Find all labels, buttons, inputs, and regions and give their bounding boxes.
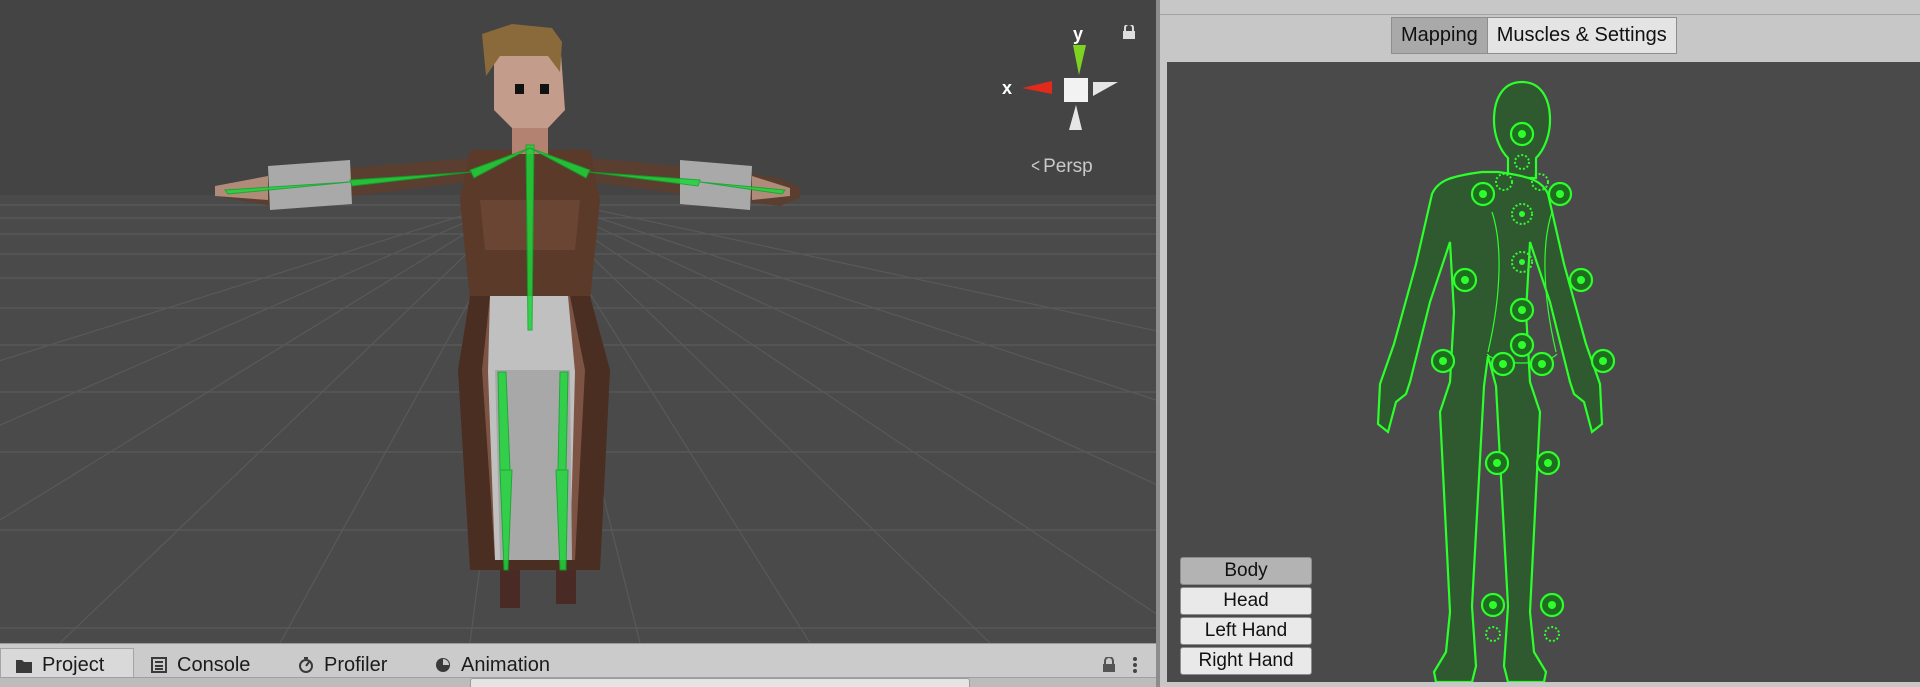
left-hand-button[interactable]: Left Hand (1180, 617, 1312, 645)
bottom-toolbar (1102, 656, 1138, 674)
body-part-selector: Body Head Left Hand Right Hand (1180, 557, 1312, 675)
tab-mapping-label: Mapping (1401, 24, 1478, 46)
projection-label: Persp (1043, 156, 1093, 177)
projection-toggle[interactable]: < Persp (1030, 156, 1093, 178)
right-hand-button[interactable]: Right Hand (1180, 647, 1312, 675)
search-input[interactable] (470, 678, 970, 687)
x-axis-cone (1022, 81, 1052, 94)
tab-console-label: Console (177, 653, 251, 676)
unity-editor: y x < Persp Project Console Profiler Ani… (0, 0, 1920, 687)
character-model[interactable] (0, 0, 1156, 643)
console-icon (151, 657, 167, 673)
more-options-icon[interactable] (1132, 656, 1138, 674)
tab-muscles-settings-label: Muscles & Settings (1496, 24, 1667, 46)
head-button-label: Head (1223, 590, 1269, 611)
x-axis-label: x (1002, 78, 1012, 98)
tab-animation-label: Animation (461, 653, 550, 676)
chevron-left-icon: < (1031, 156, 1040, 177)
lock-icon[interactable] (1122, 25, 1136, 39)
y-axis-label: y (1073, 24, 1083, 44)
lock-icon[interactable] (1102, 657, 1116, 673)
gizmo-center (1064, 78, 1088, 102)
profiler-icon (299, 657, 313, 673)
avatar-configuration-panel: Mapping Muscles & Settings Body Head Lef… (1160, 0, 1920, 687)
tab-profiler-label: Profiler (324, 653, 388, 676)
tab-mapping[interactable]: Mapping (1391, 17, 1488, 54)
animation-icon (436, 658, 450, 672)
avatar-tab-group: Mapping Muscles & Settings (1391, 17, 1677, 54)
body-button-label: Body (1224, 560, 1268, 581)
body-button[interactable]: Body (1180, 557, 1312, 585)
neg-y-cone (1069, 105, 1082, 130)
right-hand-button-label: Right Hand (1198, 650, 1294, 671)
avatar-mapping-view: Body Head Left Hand Right Hand (1167, 62, 1920, 682)
left-hand-button-label: Left Hand (1204, 620, 1288, 641)
neg-x-cone (1093, 82, 1118, 96)
body-silhouette (1376, 80, 1604, 682)
folder-icon (16, 659, 32, 673)
scene-view[interactable]: y x < Persp (0, 0, 1156, 643)
tab-project-label: Project (42, 654, 105, 676)
tab-muscles-settings[interactable]: Muscles & Settings (1487, 17, 1677, 54)
head-button[interactable]: Head (1180, 587, 1312, 615)
axis-gizmo[interactable]: y x (996, 10, 1126, 140)
y-axis-cone (1073, 45, 1086, 75)
panel-header-line (1160, 14, 1920, 15)
